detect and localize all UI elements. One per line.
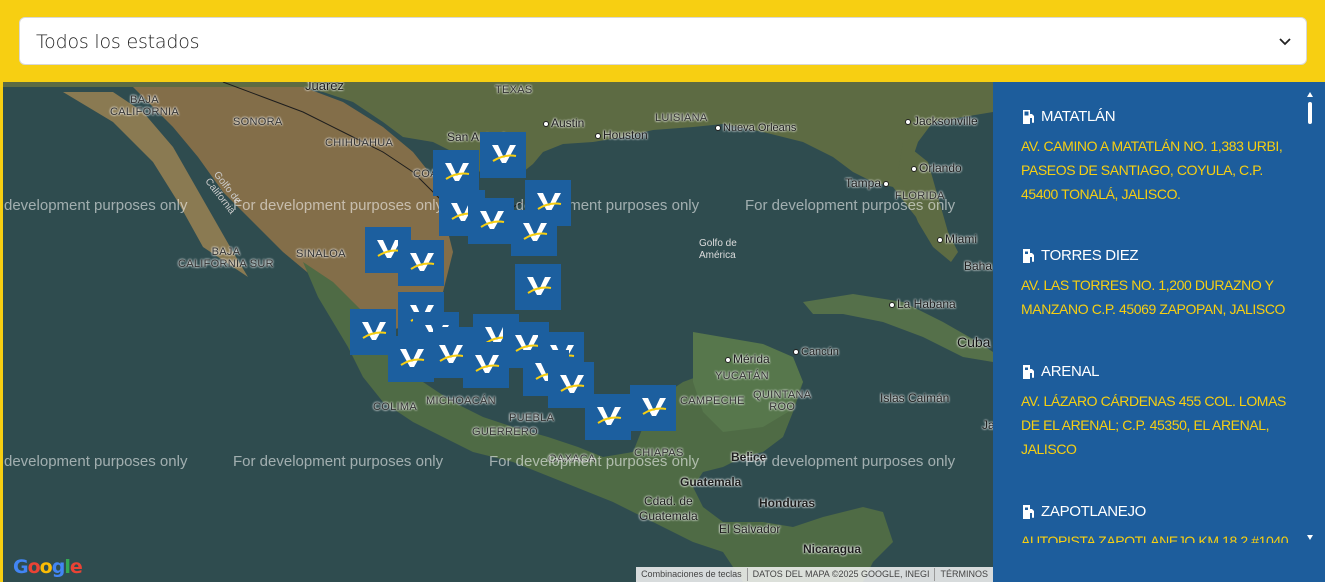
label-golfo-mexico: Golfo de América: [699, 238, 737, 261]
store-name: MATATLÁN: [1041, 108, 1116, 125]
scroll-up-arrow-icon[interactable]: [1307, 92, 1313, 97]
store-address: AV. CAMINO A MATATLÁN NO. 1,383 URBI, PA…: [1021, 138, 1283, 202]
terms-link[interactable]: TÉRMINOS: [934, 568, 993, 581]
station-logo-icon: [445, 163, 470, 181]
label-la-habana: La Habana: [889, 297, 956, 311]
label-cuba: Cuba: [957, 334, 991, 350]
chevron-down-icon: [1279, 38, 1291, 46]
label-tampa: Tampa: [845, 176, 891, 190]
label-miami: Miami: [937, 232, 977, 246]
dev-watermark: For development purposes only: [745, 453, 956, 470]
station-logo-icon: [475, 355, 500, 373]
map-attribution: Combinaciones de teclas DATOS DEL MAPA ©…: [636, 567, 993, 582]
label-baja-california-sur: BAJA CALIFORNIA SUR: [178, 246, 274, 270]
station-marker[interactable]: [515, 264, 561, 310]
label-nicaragua: Nicaragua: [803, 542, 862, 556]
label-cancun: Cancún: [793, 346, 839, 358]
label-baja-california: BAJA CALIFORNIA: [110, 94, 180, 118]
store-item[interactable]: MATATLÁN AV. CAMINO A MATATLÁN NO. 1,383…: [1021, 108, 1291, 206]
station-logo-icon: [527, 277, 552, 295]
label-campeche: CAMPECHE: [680, 395, 745, 407]
station-logo-icon: [523, 223, 548, 241]
store-list[interactable]: MATATLÁN AV. CAMINO A MATATLÁN NO. 1,383…: [993, 82, 1325, 582]
gas-pump-icon: [1023, 248, 1034, 263]
label-nueva-orleans: Nueva Orleans: [715, 122, 796, 134]
map-data-credit: DATOS DEL MAPA ©2025 GOOGLE, INEGI: [746, 568, 935, 581]
store-list-scrollbar[interactable]: [1307, 92, 1313, 540]
store-name: TORRES DIEZ: [1041, 247, 1139, 264]
label-houston: Houston: [595, 128, 648, 142]
label-islas-caiman: Islas Caimán: [880, 391, 950, 405]
store-name: ARENAL: [1041, 363, 1100, 380]
gas-pump-icon: [1023, 364, 1034, 379]
dev-watermark: development purposes only: [4, 197, 188, 214]
station-logo-icon: [560, 375, 585, 393]
dev-watermark: For development purposes only: [233, 453, 444, 470]
store-item[interactable]: ZAPOTLANEJO AUTOPISTA ZAPOTLANEJO KM 18.…: [1021, 503, 1291, 543]
station-marker[interactable]: [585, 394, 631, 440]
station-logo-icon: [642, 398, 667, 416]
state-select[interactable]: Todos los estados: [19, 17, 1307, 65]
station-marker[interactable]: [463, 342, 509, 388]
label-chihuahua: CHIHUAHUA: [325, 137, 394, 149]
label-colima: COLIMA: [373, 401, 417, 413]
station-logo-icon: [400, 349, 425, 367]
station-marker[interactable]: [468, 198, 514, 244]
gas-pump-icon: [1023, 504, 1034, 519]
station-marker[interactable]: [480, 132, 526, 178]
label-honduras: Honduras: [759, 496, 816, 510]
scroll-down-arrow-icon[interactable]: [1307, 535, 1313, 540]
label-louisiana: LUISIANA: [655, 112, 708, 124]
label-michoacan: MICHOACÁN: [426, 395, 496, 407]
keyboard-shortcuts-link[interactable]: Combinaciones de teclas: [636, 568, 747, 581]
store-address: AUTOPISTA ZAPOTLANEJO KM 18.2 #1040: [1021, 533, 1289, 543]
state-select-value: Todos los estados: [36, 31, 200, 53]
station-marker[interactable]: [511, 210, 557, 256]
gas-pump-icon: [1023, 109, 1034, 124]
label-cdad-guatemala: Cdad. de Guatemala: [639, 494, 698, 523]
station-marker[interactable]: [398, 240, 444, 286]
dev-watermark: For development purposes only: [745, 197, 956, 214]
store-item[interactable]: TORRES DIEZ AV. LAS TORRES NO. 1,200 DUR…: [1021, 247, 1291, 321]
label-ja: Ja: [982, 418, 993, 432]
store-address: AV. LÁZARO CÁRDENAS 455 COL. LOMAS DE EL…: [1021, 393, 1286, 457]
google-logo: Google: [13, 556, 83, 578]
label-jacksonville: Jacksonville: [905, 114, 978, 128]
scrollbar-thumb[interactable]: [1308, 102, 1312, 124]
map[interactable]: Juarez TEXAS San Antonio Austin Houston …: [3, 82, 993, 582]
station-logo-icon: [362, 322, 387, 340]
dev-watermark: development purposes only: [4, 453, 188, 470]
station-logo-icon: [480, 211, 505, 229]
label-texas: TEXAS: [495, 84, 533, 96]
label-bahamas: Baha: [964, 259, 993, 273]
dev-watermark: For development purposes only: [489, 453, 700, 470]
label-austin: Austin: [543, 116, 584, 130]
filter-bar: Todos los estados: [0, 0, 1325, 82]
label-quintana-roo: QUINTANA ROO: [753, 389, 812, 413]
label-juarez: Juarez: [305, 82, 345, 93]
station-logo-icon: [597, 407, 622, 425]
station-logo-icon: [410, 253, 435, 271]
label-sinaloa: SINALOA: [296, 248, 346, 260]
store-name: ZAPOTLANEJO: [1041, 503, 1147, 520]
label-yucatan: YUCATÁN: [715, 370, 769, 382]
label-guerrero: GUERRERO: [472, 426, 538, 438]
label-merida: Mérida: [725, 352, 770, 366]
station-logo-icon: [492, 145, 517, 163]
label-guatemala: Guatemala: [680, 475, 742, 489]
label-puebla: PUEBLA: [509, 412, 555, 424]
label-sonora: SONORA: [233, 116, 283, 128]
station-logo-icon: [439, 345, 464, 363]
label-el-salvador: El Salvador: [719, 522, 781, 536]
station-marker[interactable]: [630, 385, 676, 431]
store-item[interactable]: ARENAL AV. LÁZARO CÁRDENAS 455 COL. LOMA…: [1021, 363, 1291, 461]
store-address: AV. LAS TORRES NO. 1,200 DURAZNO Y MANZA…: [1021, 277, 1286, 317]
dev-watermark: For development purposes only: [233, 197, 444, 214]
label-orlando: Orlando: [911, 161, 962, 175]
